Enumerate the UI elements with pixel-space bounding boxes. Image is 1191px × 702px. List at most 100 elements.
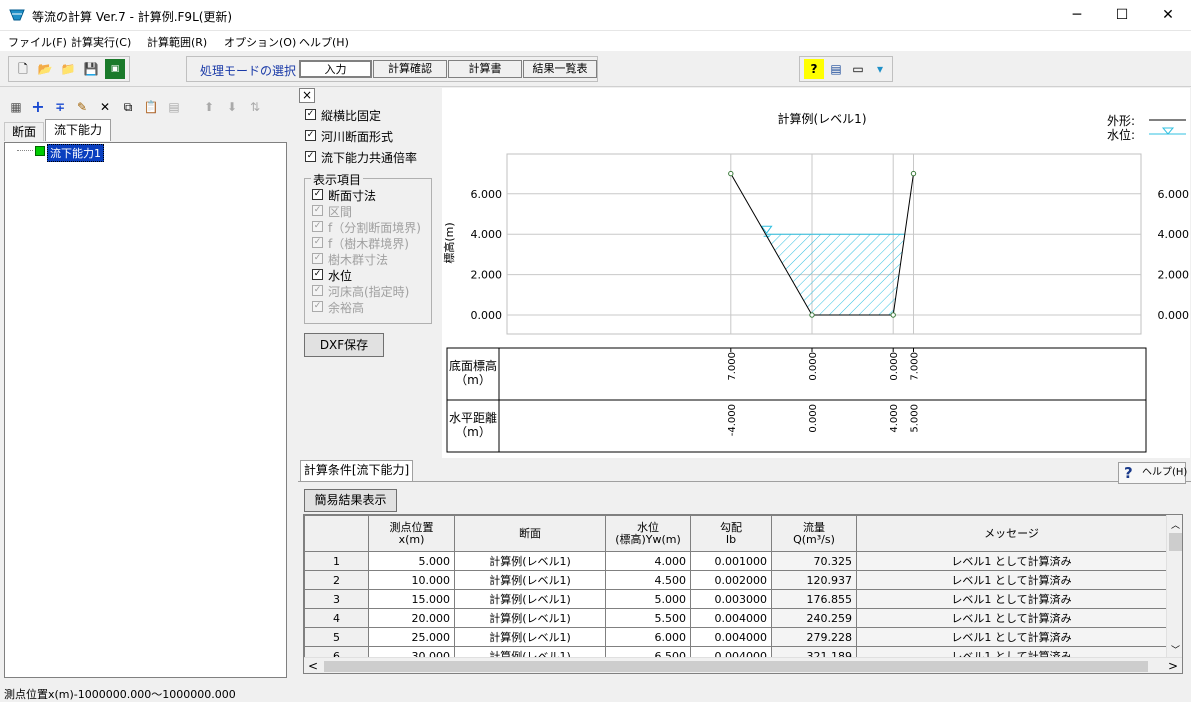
column-header[interactable]: 測点位置 x(m) [368,515,455,552]
table-cell[interactable]: レベル1 として計算済み [856,570,1167,590]
common-checkbox[interactable]: ✓ [305,151,316,162]
open-file-icon[interactable]: 📂 [35,59,55,79]
tab-result-list[interactable]: 結果一覧表 [523,60,597,78]
table-cell[interactable]: 5 [304,627,369,647]
river-checkbox[interactable]: ✓ [305,130,316,141]
table-cell[interactable]: 20.000 [368,608,455,628]
tab-calc-report[interactable]: 計算書 [448,60,522,78]
tab-calc-check[interactable]: 計算確認 [373,60,447,78]
copy-icon[interactable]: ⧉ [118,97,138,117]
table-cell[interactable]: レベル1 として計算済み [856,627,1167,647]
table-cell[interactable]: 2 [304,570,369,590]
menu-file[interactable]: ファイル(F) [8,34,67,50]
menu-calc-run[interactable]: 計算実行(C) [71,34,131,50]
scroll-down-icon[interactable]: ﹀ [1171,643,1180,656]
paste-special-icon[interactable]: ▤ [164,97,184,117]
table-cell[interactable]: 5.500 [605,608,691,628]
simple-result-button[interactable]: 簡易結果表示 [304,489,397,512]
table-row[interactable]: 5 25.000 計算例(レベル1) 6.000 0.004000 279.228 レベル1… [304,627,1167,647]
table-cell[interactable]: 5.000 [605,589,691,609]
table-cell[interactable]: 計算例(レベル1) [454,551,606,571]
table-cell[interactable]: 0.001000 [690,551,772,571]
table-cell[interactable]: 15.000 [368,589,455,609]
table-cell[interactable]: 0.004000 [690,608,772,628]
table-row[interactable]: 1 5.000 計算例(レベル1) 4.000 0.001000 70.325 レベル1 と… [304,551,1167,571]
table-cell[interactable]: レベル1 として計算済み [856,589,1167,609]
table-cell[interactable]: 70.325 [771,551,857,571]
scroll-right-icon[interactable]: > [1168,659,1178,673]
column-header[interactable]: 水位 (標高)Yw(m) [605,515,691,552]
table-cell[interactable]: 計算例(レベル1) [454,570,606,590]
table-cell[interactable]: 176.855 [771,589,857,609]
table-cell[interactable]: 0.003000 [690,589,772,609]
column-header[interactable]: 勾配 Ib [690,515,772,552]
tab-cross-section[interactable]: 断面 [4,122,44,141]
display-item-checkbox[interactable]: ✓ [312,189,323,200]
menu-help[interactable]: ヘルプ(H) [299,34,349,50]
column-header[interactable]: 断面 [454,515,606,552]
move-up-icon[interactable]: ⬆ [199,97,219,117]
table-cell[interactable]: 279.228 [771,627,857,647]
new-file-icon[interactable]: 🗋 [13,59,33,79]
table-cell[interactable]: 計算例(レベル1) [454,627,606,647]
table-cell[interactable]: 10.000 [368,570,455,590]
maximize-button[interactable]: ☐ [1099,0,1145,30]
table-cell[interactable]: 5.000 [368,551,455,571]
table-cell[interactable]: レベル1 として計算済み [856,608,1167,628]
table-cell[interactable]: 0.002000 [690,570,772,590]
vertical-scrollbar[interactable]: ︿ ﹀ [1166,515,1182,657]
tab-input[interactable]: 入力 [299,60,372,78]
move-down-icon[interactable]: ⬇ [222,97,242,117]
tab-flow-capacity[interactable]: 流下能力 [45,119,111,141]
open-folder-icon[interactable]: 📁 [58,59,78,79]
column-header[interactable] [304,515,369,552]
table-cell[interactable]: 6.000 [605,627,691,647]
display-item-checkbox[interactable]: ✓ [312,269,323,280]
table-cell[interactable]: 4 [304,608,369,628]
table-cell[interactable]: 計算例(レベル1) [454,608,606,628]
edit-icon[interactable]: ✎ [72,97,92,117]
table-cell[interactable]: レベル1 として計算済み [856,551,1167,571]
table-cell[interactable]: 4.000 [605,551,691,571]
menu-calc-range[interactable]: 計算範囲(R) [147,34,207,50]
sort-icon[interactable]: ⇅ [245,97,265,117]
menu-options[interactable]: オプション(O) [224,34,296,50]
close-button[interactable]: ✕ [1145,0,1191,30]
column-header[interactable]: メッセージ [856,515,1167,552]
table-cell[interactable]: 0.004000 [690,627,772,647]
table-row[interactable]: 4 20.000 計算例(レベル1) 5.500 0.004000 240.259 レベル1… [304,608,1167,628]
card-icon[interactable]: ▭ [848,59,868,79]
save-icon[interactable]: 💾 [81,59,101,79]
close-panel-icon[interactable]: × [299,88,315,103]
table-cell[interactable]: 120.937 [771,570,857,590]
help-icon[interactable]: ? [804,59,824,79]
dxf-save-button[interactable]: DXF保存 [304,333,384,357]
export-icon[interactable]: ▣ [105,59,125,79]
scroll-up-icon[interactable]: ︿ [1171,518,1180,531]
table-row[interactable]: 3 15.000 計算例(レベル1) 5.000 0.003000 176.855 レベル1… [304,589,1167,609]
minimize-button[interactable]: ─ [1054,0,1100,30]
add-icon[interactable]: + [28,97,48,117]
aspect-checkbox[interactable]: ✓ [305,109,316,120]
delete-icon[interactable]: ✕ [95,97,115,117]
table-cell[interactable]: 240.259 [771,608,857,628]
app-info-icon[interactable]: ▾ [870,59,890,79]
table-cell[interactable]: 3 [304,589,369,609]
table-cell[interactable]: 4.500 [605,570,691,590]
column-header[interactable]: 流量 Q(m³/s) [771,515,857,552]
insert-icon[interactable]: ∓ [50,97,70,117]
horizontal-scrollbar[interactable]: < > [304,657,1182,673]
tab-calc-conditions[interactable]: 計算条件[流下能力] [300,460,413,481]
book-icon[interactable]: ▤ [826,59,846,79]
tree-item-flow-capacity[interactable]: 流下能力1 [47,144,104,162]
table-row[interactable]: 2 10.000 計算例(レベル1) 4.500 0.002000 120.937 レベル1… [304,570,1167,590]
scroll-left-icon[interactable]: < [308,659,318,673]
table-cell[interactable]: 計算例(レベル1) [454,589,606,609]
paste-icon[interactable]: 📋 [141,97,161,117]
table-cell[interactable]: 25.000 [368,627,455,647]
help-button[interactable]: ? ヘルプ(H) [1118,462,1187,484]
horizontal-scroll-thumb[interactable] [324,661,1148,672]
list-icon[interactable]: ▦ [6,97,26,117]
table-cell[interactable]: 1 [304,551,369,571]
vertical-scroll-thumb[interactable] [1169,533,1182,551]
